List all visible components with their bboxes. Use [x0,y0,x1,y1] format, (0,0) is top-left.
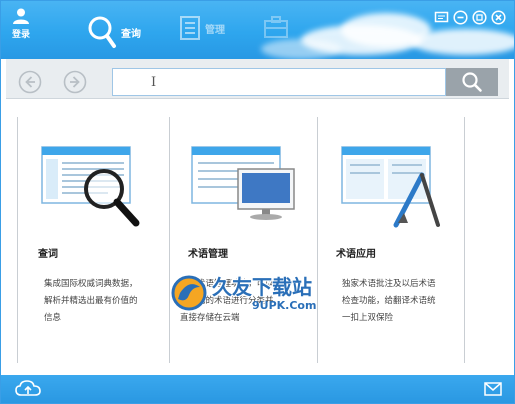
search-button[interactable] [446,68,498,96]
divider [17,117,18,363]
restore-icon[interactable] [472,10,487,25]
search-toolbar: I [6,59,509,99]
card-term-management[interactable]: 术语管理 云端术语管理功能，可以 对自己的术语进行分类并 直接存储在云端 [174,99,319,375]
app-window: 登录 查询 管理 I 查词 集成国际权威词典数据， 解析并精选出最有价值的 信息… [0,0,515,404]
magnifier-icon [88,16,116,48]
card-term-application[interactable]: 术语应用 独家术语批注及以后术语 检查功能，给翻译术语统 一扣上双保险 [324,99,469,375]
user-icon [13,8,29,24]
tab-search-label: 查询 [121,28,141,40]
document-list-icon [180,16,200,40]
login-button[interactable]: 登录 [7,7,35,40]
term-cloud-illustration [191,146,295,220]
arrow-left-icon[interactable] [18,70,42,94]
tab-manage[interactable]: 管理 [179,15,225,41]
feedback-icon[interactable] [434,10,449,25]
briefcase-icon [264,16,288,38]
card-lookup[interactable]: 查词 集成国际权威词典数据， 解析并精选出最有价值的 信息 [24,99,169,375]
term-pen-illustration [341,146,440,228]
card-description: 集成国际权威词典数据， 解析并精选出最有价值的 信息 [44,279,138,323]
tab-manage-label: 管理 [205,24,225,36]
arrow-right-icon[interactable] [63,70,87,94]
title-bar: 登录 查询 管理 [1,1,514,59]
card-description: 云端术语管理功能，可以 对自己的术语进行分类并 直接存储在云端 [180,279,274,323]
card-title: 术语管理 [188,249,228,260]
dictionary-magnifier-illustration [41,146,140,227]
card-description: 独家术语批注及以后术语 检查功能，给翻译术语统 一扣上双保险 [342,279,436,323]
divider [169,117,170,363]
mail-icon[interactable] [484,382,502,396]
tab-search[interactable]: 查询 [87,15,141,49]
feature-panel: 查词 集成国际权威词典数据， 解析并精选出最有价值的 信息 术语管理 云端术语管… [6,99,509,375]
close-icon[interactable] [491,10,506,25]
minimize-icon[interactable] [453,10,468,25]
tab-apply[interactable] [263,15,293,39]
search-icon [462,72,482,92]
window-controls [434,10,506,25]
search-input[interactable]: I [112,68,446,96]
text-cursor-icon: I [151,75,157,90]
cloud-icon[interactable] [15,379,41,399]
login-label: 登录 [11,30,30,40]
status-bar [1,375,514,403]
card-title: 术语应用 [336,249,376,260]
card-title: 查词 [38,249,58,260]
